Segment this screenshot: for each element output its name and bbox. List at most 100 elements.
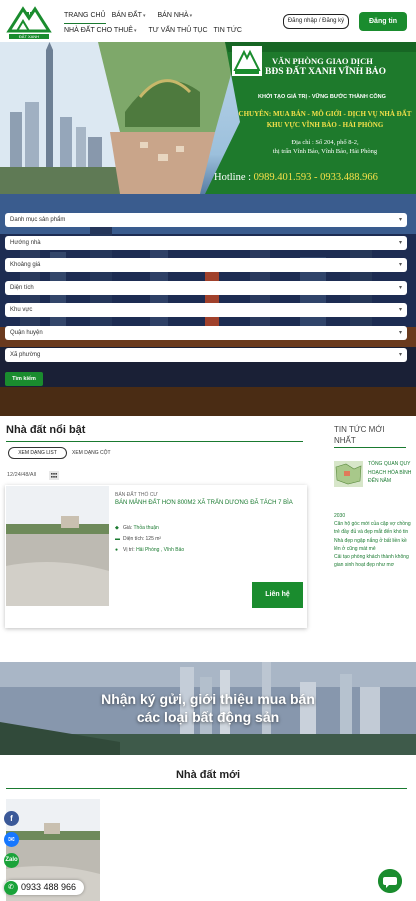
nav-item-1[interactable]: BÁN ĐẤT▾	[112, 9, 152, 23]
nav-item-0[interactable]: TRANG CHỦ	[64, 9, 106, 24]
hero-banner: VĂN PHÒNG GIAO DỊCH BĐS ĐẤT XANH VĨNH BẢ…	[0, 42, 416, 194]
filter-select[interactable]: Hướng nhà ▾	[5, 235, 407, 250]
filter-select-label: Khoảng giá	[10, 262, 41, 268]
filter-select[interactable]: Xã phường ▾	[5, 348, 407, 362]
post-listing-button[interactable]: Đăng tin	[359, 12, 407, 31]
price-tag-icon: ◆	[115, 525, 119, 531]
search-filters: Danh mục sản phẩm ▾ Hướng nhà ▾ Khoảng giá ▾ D…	[5, 213, 407, 371]
listing-category: BÁN ĐẤT THỔ CƯ	[115, 492, 158, 498]
nav-item-3[interactable]: NHÀ ĐẤT CHO THUÊ▾	[64, 24, 143, 38]
news-item[interactable]: 2030	[334, 512, 412, 520]
new-listings-divider	[6, 788, 407, 789]
banner-area-line: KHU VỰC VĨNH BẢO - HẢI PHÒNG	[266, 121, 384, 129]
site-logo[interactable]: ĐẤT XANH	[5, 3, 53, 41]
tab-column-view[interactable]: XEM DẠNG CỘT	[72, 447, 111, 459]
nav-item-label: TRANG CHỦ	[64, 12, 106, 19]
filter-select[interactable]: Khu vực ▾	[5, 303, 407, 317]
area-icon: ▬	[115, 536, 120, 542]
grid-view-icon[interactable]	[49, 471, 59, 480]
chevron-down-icon: ▾	[398, 329, 402, 336]
facebook-icon[interactable]: f	[4, 811, 19, 826]
consign-banner: Nhận ký gửi, giới thiệu mua bán các loại…	[0, 662, 416, 755]
hotline-numbers: 0989.401.593 - 0933.488.966	[253, 172, 378, 183]
new-listings-title: Nhà đất mới	[175, 769, 241, 781]
news-item[interactable]: Nhà đẹp ngập nắng ở bất liền kề lên ở cũ…	[334, 537, 412, 553]
banner-title: VĂN PHÒNG GIAO DỊCH	[272, 56, 373, 66]
main-nav: TRANG CHỦ BÁN ĐẤT▾ BÁN NHÀ▾NHÀ ĐẤT CHO THU…	[64, 9, 280, 38]
filter-select-label: Xã phường	[10, 352, 41, 358]
chat-bubble-icon[interactable]	[378, 869, 402, 893]
news-item[interactable]: Cải tạo phòng khách thành không gian sin…	[334, 553, 412, 569]
site-header: ĐẤT XANH TRANG CHỦ BÁN ĐẤT▾ BÁN NHÀ▾NHÀ ĐẤ…	[0, 0, 416, 42]
chevron-down-icon: ▾	[133, 28, 137, 34]
search-button[interactable]: Tìm kiếm	[5, 372, 43, 386]
banner-specialty-line: CHUYÊN: MUA BÁN - MÔ GIỚI - DỊCH VỤ NHÀ …	[238, 110, 412, 118]
nav-item-5[interactable]: TIN TỨC	[214, 24, 242, 38]
news-item[interactable]: Căn hộ góc mới của cặp vợ chồng trẻ đầy …	[334, 520, 412, 536]
logo-text: ĐẤT XANH	[19, 34, 39, 39]
news-list: 2030 Căn hộ góc mới của cặp vợ chồng trẻ …	[334, 512, 412, 569]
consign-line1: Nhận ký gửi, giới thiệu mua bán	[101, 691, 315, 707]
chevron-down-icon: ▾	[398, 262, 402, 268]
filter-select-label: Diện tích	[10, 284, 34, 291]
consign-headline: Nhận ký gửi, giới thiệu mua bán các loại…	[0, 690, 416, 726]
listing-area: ▬ Diện tích: 125 m²	[115, 536, 161, 542]
filter-select[interactable]: Khoảng giá ▾	[5, 258, 407, 272]
listing-photo[interactable]	[6, 486, 109, 606]
hotline-float-button[interactable]: ✆ 0933 488 966	[4, 880, 84, 895]
banner-address-line1: Địa chỉ : Số 204, phố 8-2,	[291, 139, 359, 146]
chevron-down-icon: ▾	[398, 352, 402, 358]
price-value: Thỏa thuận	[133, 525, 159, 531]
banner-company: BĐS ĐẤT XANH VĨNH BẢO	[265, 67, 387, 77]
featured-title: Nhà đất nổi bật	[6, 424, 86, 436]
consign-line2: các loại bất động sản	[136, 709, 280, 725]
map-pin-icon: ●	[115, 547, 119, 553]
nav-item-label: BÁN NHÀ	[157, 12, 189, 19]
area-label: Diện tích:	[123, 536, 145, 542]
banner-address: Địa chỉ : Số 204, phố 8-2, thị trấn Vĩnh…	[246, 138, 404, 156]
filter-select[interactable]: Danh mục sản phẩm ▾	[5, 213, 407, 227]
contact-button[interactable]: Liên hệ	[252, 582, 303, 608]
filter-select-label: Hướng nhà	[10, 239, 41, 246]
hotline-label: Hotline :	[214, 172, 252, 183]
chevron-down-icon: ▾	[142, 13, 146, 19]
news-divider	[334, 447, 406, 448]
area-value: 125 m²	[145, 536, 162, 542]
phone-icon: ✆	[4, 880, 18, 895]
news-title: TIN TỨC MỚI NHẤT	[334, 425, 385, 445]
nav-item-2[interactable]: BÁN NHÀ▾	[157, 9, 198, 23]
filter-select-label: Quận huyện	[10, 329, 43, 336]
page-size-selector[interactable]: 12/24/48/All	[7, 472, 36, 478]
chevron-down-icon: ▾	[398, 239, 402, 246]
price-label: Giá:	[123, 525, 133, 531]
zalo-icon[interactable]: Zalo	[4, 853, 19, 868]
chevron-down-icon: ▾	[398, 284, 402, 291]
featured-divider	[6, 441, 303, 442]
chevron-down-icon: ▾	[398, 217, 402, 223]
banner-slogan: KHỞI TẠO GIÁ TRỊ - VỮNG BƯỚC THÀNH CÔNG	[258, 94, 386, 100]
filter-select[interactable]: Quận huyện ▾	[5, 325, 407, 340]
nav-item-label: BÁN ĐẤT	[111, 12, 142, 19]
nav-item-label: TIN TỨC	[213, 27, 242, 34]
nav-item-label: TƯ VẤN THỦ TỤC	[148, 27, 208, 34]
banner-specialty: CHUYÊN: MUA BÁN - MÔ GIỚI - DỊCH VỤ NHÀ …	[237, 109, 413, 131]
news-thumbnail[interactable]	[334, 461, 363, 487]
location-label: Vị trí:	[123, 547, 135, 553]
filter-select-label: Danh mục sản phẩm	[10, 217, 66, 223]
banner-hotline: Hotline : 0989.401.593 - 0933.488.966	[214, 172, 378, 183]
listing-location: ● Vị trí: Hải Phòng , Vĩnh Bảo	[115, 547, 184, 553]
hotline-float-number: 0933 488 966	[21, 882, 77, 892]
banner-address-line2: thị trấn Vĩnh Bảo, Vĩnh Bảo, Hải Phòng	[272, 148, 378, 155]
news-headline[interactable]: TỔNG QUAN QUY HOẠCH HÓA BÌNH ĐẾN NĂM	[368, 460, 412, 486]
listing-card[interactable]: BÁN ĐẤT THỔ CƯ BÁN MẢNH ĐẤT HƠN 800M2 XÃ…	[5, 485, 307, 628]
login-register-button[interactable]: Đăng nhập / Đăng ký	[283, 14, 349, 29]
hero-section: VĂN PHÒNG GIAO DỊCH BĐS ĐẤT XANH VĨNH BẢ…	[0, 42, 416, 416]
filter-select[interactable]: Diện tích ▾	[5, 280, 407, 295]
messenger-icon[interactable]: ✉	[4, 832, 19, 847]
nav-item-4[interactable]: TƯ VẤN THỦ TỤC	[149, 24, 208, 38]
filter-select-label: Khu vực	[10, 307, 33, 313]
chevron-down-icon: ▾	[189, 13, 193, 19]
chevron-down-icon: ▾	[398, 307, 402, 313]
tab-list-view[interactable]: XEM DẠNG LIST	[8, 447, 67, 459]
listing-title[interactable]: BÁN MẢNH ĐẤT HƠN 800M2 XÃ TRẤN DƯƠNG ĐÃ …	[115, 500, 301, 507]
